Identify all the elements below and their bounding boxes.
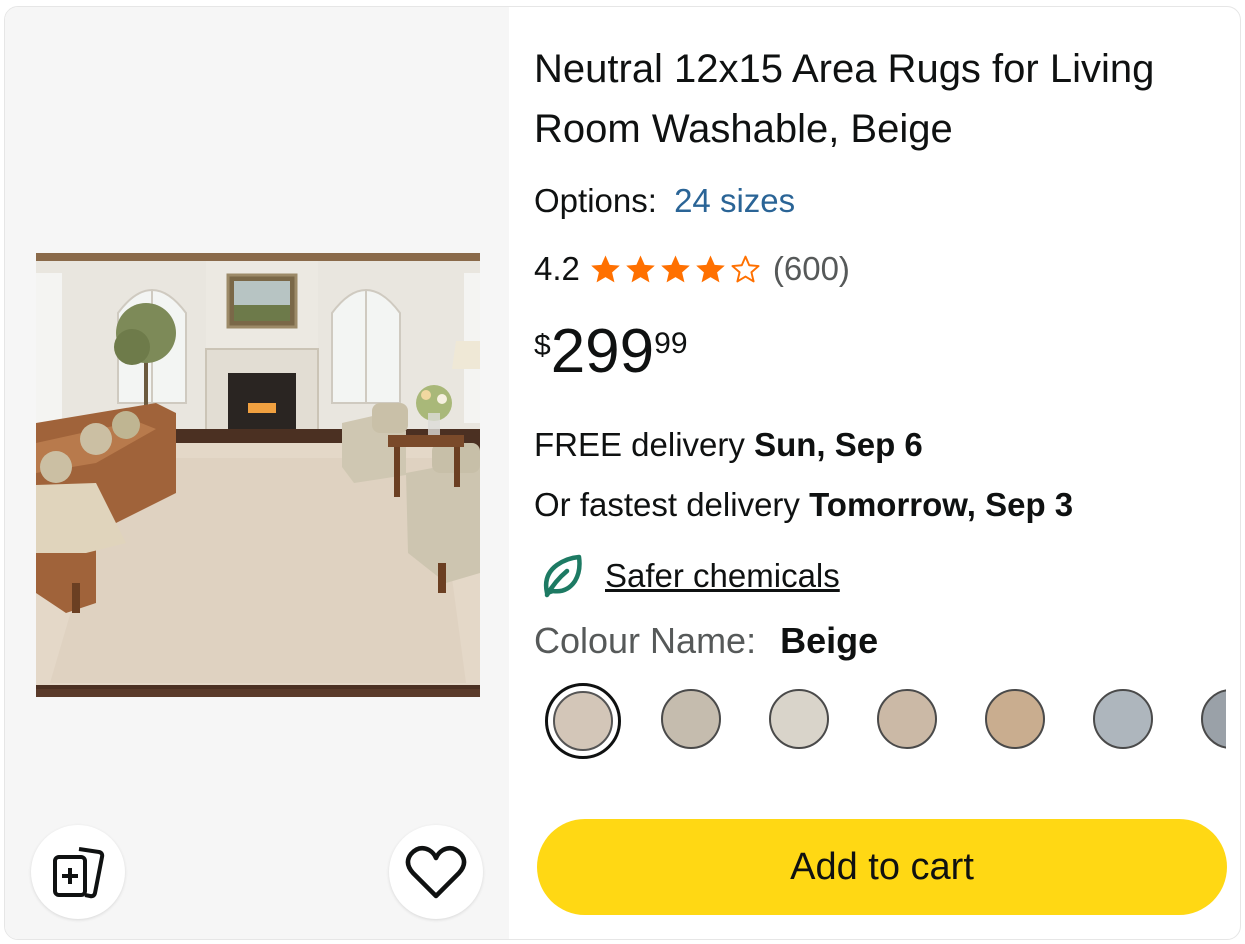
fastest-delivery-line: Or fastest delivery Tomorrow, Sep 3 bbox=[534, 485, 1073, 525]
colour-swatch[interactable] bbox=[1201, 689, 1226, 749]
price-whole: 299 bbox=[550, 317, 655, 386]
rating-count: (600) bbox=[772, 250, 850, 287]
free-delivery-date: Sun, Sep 6 bbox=[754, 426, 923, 463]
leaf-icon bbox=[543, 554, 582, 598]
options-link[interactable]: 24 sizes bbox=[674, 182, 795, 219]
rating-value: 4.2 bbox=[534, 250, 580, 287]
colour-label: Colour Name: bbox=[534, 620, 757, 661]
safer-chemicals-badge[interactable]: Safer chemicals bbox=[541, 553, 840, 599]
product-title[interactable]: Neutral 12x15 Area Rugs for Living Room … bbox=[534, 39, 1224, 159]
fastest-delivery-date: Tomorrow, Sep 3 bbox=[809, 486, 1074, 523]
product-image-pane bbox=[5, 7, 509, 939]
options-label: Options: bbox=[534, 182, 657, 219]
product-details: Neutral 12x15 Area Rugs for Living Room … bbox=[509, 7, 1240, 939]
price-fraction: 99 bbox=[654, 327, 688, 360]
rating-stars bbox=[588, 253, 763, 286]
wishlist-button[interactable] bbox=[389, 825, 483, 919]
star-full-icon bbox=[696, 254, 725, 282]
star-empty-icon bbox=[731, 255, 760, 282]
star-full-icon bbox=[591, 254, 620, 282]
colour-swatches bbox=[545, 683, 1226, 763]
colour-value: Beige bbox=[780, 620, 879, 661]
product-card[interactable]: Neutral 12x15 Area Rugs for Living Room … bbox=[4, 6, 1241, 940]
colour-name-row: Colour Name: Beige bbox=[534, 619, 878, 663]
safer-chemicals-link[interactable]: Safer chemicals bbox=[605, 554, 840, 598]
rating-row[interactable]: 4.2 (600) bbox=[534, 249, 850, 289]
colour-swatch[interactable] bbox=[769, 689, 829, 749]
compare-cards-icon bbox=[53, 847, 105, 899]
star-full-icon bbox=[626, 254, 655, 282]
colour-swatch[interactable] bbox=[661, 689, 721, 749]
colour-swatch-selected[interactable] bbox=[545, 683, 621, 759]
star-full-icon bbox=[661, 254, 690, 282]
price-symbol: $ bbox=[534, 329, 551, 362]
product-image[interactable] bbox=[36, 253, 480, 697]
free-delivery-prefix: FREE delivery bbox=[534, 426, 745, 463]
colour-swatch[interactable] bbox=[1093, 689, 1153, 749]
heart-icon bbox=[405, 845, 467, 899]
colour-swatch[interactable] bbox=[985, 689, 1045, 749]
colour-swatch[interactable] bbox=[877, 689, 937, 749]
options-row: Options: 24 sizes bbox=[534, 181, 795, 221]
add-to-cart-button[interactable]: Add to cart bbox=[537, 819, 1227, 915]
price: $ 299 99 bbox=[534, 317, 688, 387]
compare-button[interactable] bbox=[31, 825, 125, 919]
free-delivery-line: FREE delivery Sun, Sep 6 bbox=[534, 425, 923, 465]
fastest-delivery-prefix: Or fastest delivery bbox=[534, 486, 800, 523]
